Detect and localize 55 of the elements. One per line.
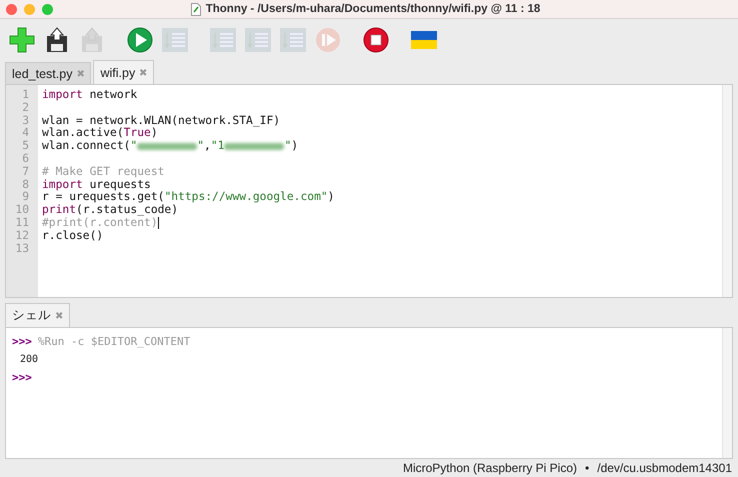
code-line: wlan.connect(" ","1 ") <box>42 140 298 153</box>
shell-prompt: >>> <box>12 335 32 348</box>
redacted-text <box>137 143 198 150</box>
line-number: 11 <box>15 216 30 230</box>
shell-tab[interactable]: シェル ✖ <box>5 303 70 327</box>
line-number: 12 <box>15 230 30 243</box>
line-number: 13 <box>15 242 30 256</box>
editor-tab[interactable]: wifi.py ✖ <box>93 60 154 84</box>
line-number: 7 <box>22 166 30 179</box>
shell-command: %Run -c $EDITOR_CONTENT <box>38 335 190 348</box>
resume-icon <box>315 27 341 53</box>
document-icon <box>190 2 201 16</box>
flag-icon <box>411 31 437 49</box>
toolbar-button[interactable] <box>126 26 154 54</box>
line-number: 9 <box>22 191 30 204</box>
line-number: 3 <box>22 114 30 128</box>
toolbar-button[interactable] <box>362 26 390 54</box>
code-line: # Make GET request <box>42 166 164 179</box>
floppy-disk-icon <box>81 27 103 53</box>
redacted-text <box>224 143 284 150</box>
minimize-button[interactable] <box>24 4 35 14</box>
close-button[interactable] <box>6 4 17 14</box>
list-step-icon <box>280 28 306 52</box>
line-number: 1 <box>22 89 30 102</box>
floppy-disk-icon <box>46 27 68 53</box>
line-number: 8 <box>22 178 30 192</box>
list-step-icon <box>210 28 236 52</box>
list-step-icon <box>162 28 188 52</box>
code-line: wlan = network.WLAN(network.STA_IF) <box>42 114 280 128</box>
scrollbar[interactable] <box>722 85 732 297</box>
code-line: import network <box>42 89 138 102</box>
code-line: print(r.status_code) <box>42 204 178 217</box>
line-number: 4 <box>22 127 30 140</box>
shell-output: 200 <box>19 354 38 365</box>
interpreter-label[interactable]: MicroPython (Raspberry Pi Pico) <box>402 461 578 475</box>
play-icon <box>127 27 153 53</box>
editor-tab[interactable]: led_test.py ✖ <box>5 62 92 84</box>
code-line: r.close() <box>42 230 104 243</box>
scrollbar[interactable] <box>722 328 732 458</box>
window-title: Thonny - /Users/m-uhara/Documents/thonny/wifi.py @ 11 : 18 <box>206 3 540 15</box>
list-step-icon <box>245 28 271 52</box>
line-number: 10 <box>15 204 30 217</box>
plus-icon <box>9 27 35 53</box>
stop-icon <box>363 27 389 53</box>
code-line: #print(r.content) <box>42 216 158 230</box>
separator-dot: • <box>585 461 590 475</box>
code-line: import urequests <box>42 178 151 191</box>
line-number: 5 <box>22 140 30 153</box>
zoom-button[interactable] <box>42 4 53 14</box>
shell-prompt: >>> <box>12 371 32 384</box>
code-line: wlan.active(True) <box>42 127 158 140</box>
code-line: r = urequests.get("https://www.google.com") <box>42 191 334 204</box>
line-number: 6 <box>22 152 30 166</box>
line-number: 2 <box>22 102 30 115</box>
port-label[interactable]: /dev/cu.usbmodem14301 <box>597 461 732 475</box>
